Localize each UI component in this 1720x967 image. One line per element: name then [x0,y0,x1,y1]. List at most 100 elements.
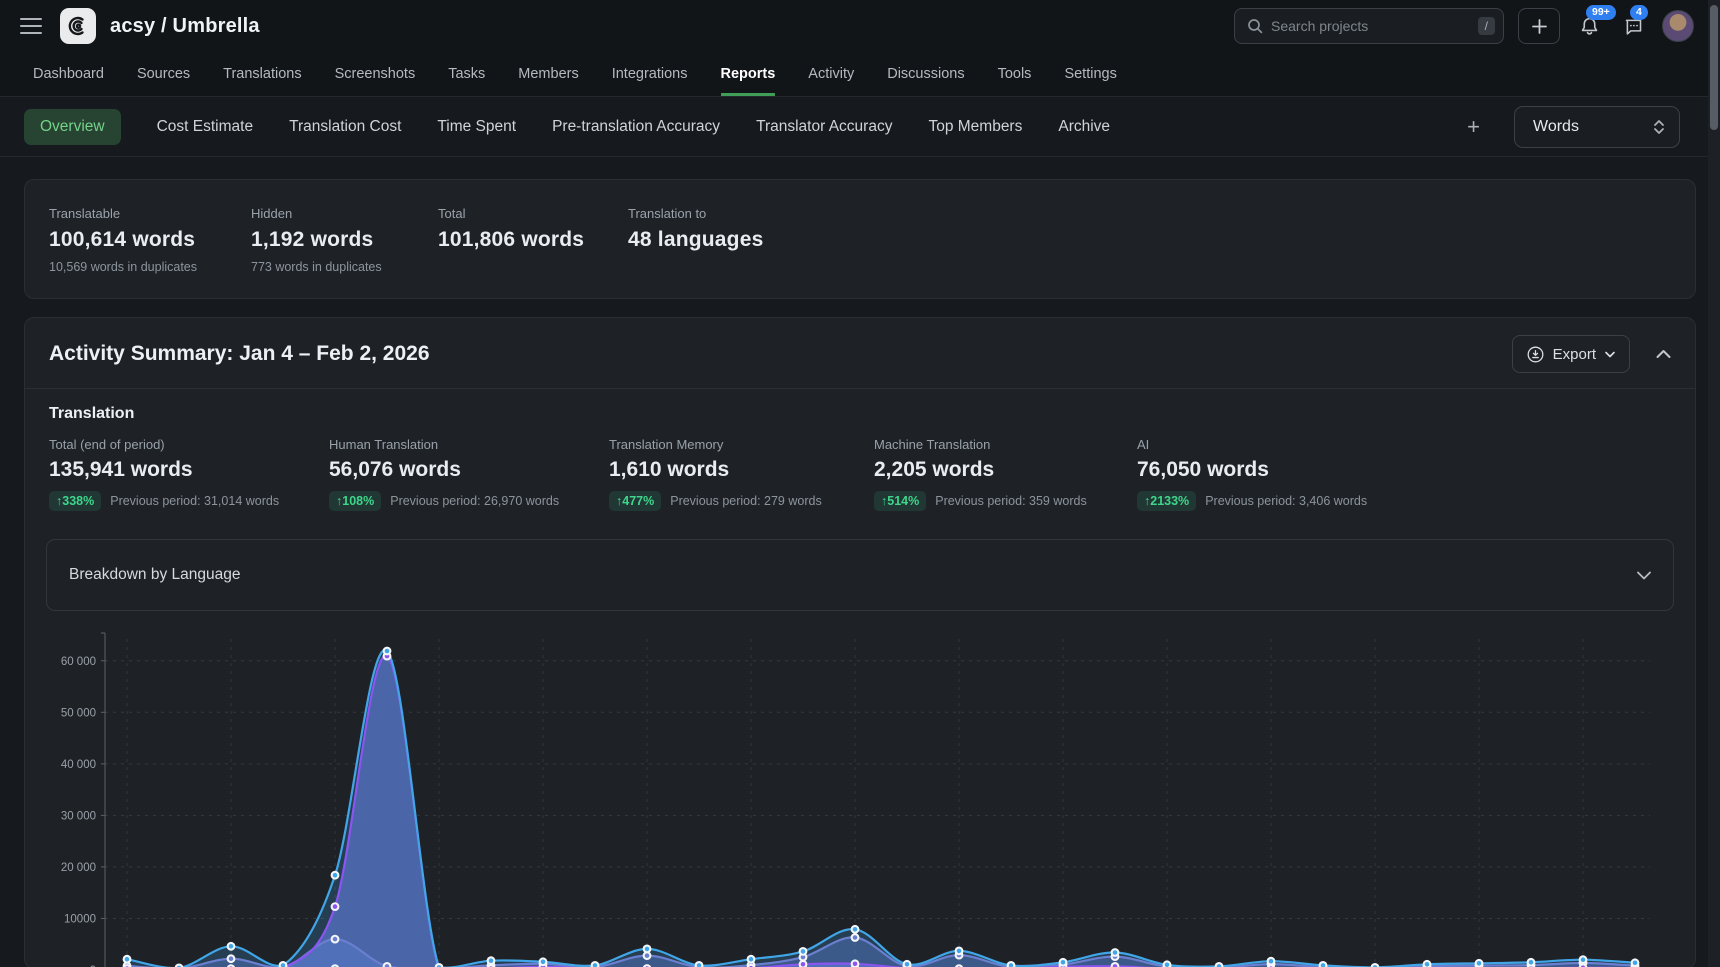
svg-text:40 000: 40 000 [61,759,96,771]
search-input[interactable] [1271,18,1470,34]
nav-tab-discussions[interactable]: Discussions [887,52,964,96]
export-button[interactable]: Export [1512,335,1630,373]
metric-bottom: ↑477%Previous period: 279 words [609,491,860,511]
previous-period-text: Previous period: 3,406 words [1205,494,1367,508]
search-icon [1247,18,1263,34]
nav-tab-tasks[interactable]: Tasks [448,52,485,96]
nav-tab-sources[interactable]: Sources [137,52,190,96]
activity-summary-card: Activity Summary: Jan 4 – Feb 2, 2026 Ex… [24,317,1696,967]
stat-label: Translatable [49,206,235,221]
breakdown-label: Breakdown by Language [69,566,241,584]
report-tab-time-spent[interactable]: Time Spent [437,118,516,136]
translation-section-title: Translation [25,389,1695,423]
stat-translation-to: Translation to 48 languages [628,206,779,274]
plus-icon [1532,19,1547,34]
breakdown-by-language-panel[interactable]: Breakdown by Language [46,539,1674,611]
report-tab-translator-accuracy[interactable]: Translator Accuracy [756,118,892,136]
project-logo[interactable] [60,8,96,44]
reports-subnav: Overview Cost Estimate Translation Cost Tim… [0,97,1720,157]
collapse-section-button[interactable] [1656,349,1671,359]
delta-badge: ↑514% [874,491,926,511]
metric-total-end-of-period-: Total (end of period)135,941 words↑338%P… [49,437,329,511]
stat-label: Total [438,206,612,221]
translation-metrics-row: Total (end of period)135,941 words↑338%P… [25,423,1695,531]
messages-button[interactable]: 4 [1618,11,1648,41]
metric-label: Total (end of period) [49,437,315,452]
nav-tab-members[interactable]: Members [518,52,578,96]
messages-count-badge: 4 [1630,5,1648,20]
delta-badge: ↑108% [329,491,381,511]
report-tab-translation-cost[interactable]: Translation Cost [289,118,401,136]
chevron-up-icon [1656,349,1671,359]
metric-label: Translation Memory [609,437,860,452]
report-tab-overview[interactable]: Overview [24,109,121,145]
activity-chart-wrap: 01000020 00030 00040 00050 00060 0004 Ja… [25,611,1695,967]
metric-ai: AI 76,050 words ↑2133% Previous period: 3,4… [1137,437,1381,511]
stat-value: 48 languages [628,228,763,252]
nav-tab-settings[interactable]: Settings [1064,52,1116,96]
metric-translation-memory: Translation Memory 1,610 words ↑477%Previo… [609,437,874,511]
metric-value: 2,205 words [874,458,1123,482]
unit-select-value: Words [1533,118,1579,136]
stat-value: 101,806 words [438,228,612,252]
export-caret-icon [1605,351,1615,358]
svg-text:20 000: 20 000 [61,862,96,874]
previous-period-text: Previous period: 31,014 words [110,494,279,508]
nav-tab-dashboard[interactable]: Dashboard [33,52,104,96]
metric-label: AI [1137,437,1367,452]
previous-period-text: Previous period: 359 words [935,494,1086,508]
export-download-icon [1527,346,1544,363]
stat-subtext: 10,569 words in duplicates [49,260,235,274]
nav-tab-integrations[interactable]: Integrations [612,52,688,96]
nav-tab-reports[interactable]: Reports [721,52,776,96]
report-tab-cost-estimate[interactable]: Cost Estimate [157,118,253,136]
svg-text:30 000: 30 000 [61,810,96,822]
previous-period-text: Previous period: 26,970 words [390,494,559,508]
add-report-button[interactable]: + [1467,116,1480,138]
metric-label: Machine Translation [874,437,1123,452]
svg-text:10000: 10000 [64,913,96,925]
primary-nav: Dashboard Sources Translations Screenshots T… [0,52,1720,97]
scrollbar-thumb[interactable] [1710,5,1718,130]
search-shortcut-key: / [1478,17,1495,35]
delta-badge: ↑338% [49,491,101,511]
report-tab-archive[interactable]: Archive [1058,118,1110,136]
metric-bottom: ↑514% Previous period: 359 words [874,491,1123,511]
logo-glyph-icon [66,14,90,38]
report-tab-pre-translation-accuracy[interactable]: Pre-translation Accuracy [552,118,720,136]
nav-tab-activity[interactable]: Activity [808,52,854,96]
chevron-down-icon [1637,571,1651,580]
metric-value: 56,076 words [329,458,595,482]
search-box[interactable]: / [1234,8,1504,44]
previous-period-text: Previous period: 279 words [670,494,821,508]
metric-value: 1,610 words [609,458,860,482]
page-scrollbar[interactable] [1708,0,1720,967]
create-project-button[interactable] [1518,8,1560,44]
stat-label: Translation to [628,206,763,221]
metric-bottom: ↑2133% Previous period: 3,406 words [1137,491,1367,511]
nav-tab-screenshots[interactable]: Screenshots [335,52,416,96]
stat-hidden: Hidden1,192 words773 words in duplicates [251,206,438,274]
metric-value: 76,050 words [1137,458,1367,482]
metric-label: Human Translation [329,437,595,452]
stat-total: Total 101,806 words [438,206,628,274]
report-tab-top-members[interactable]: Top Members [928,118,1022,136]
user-avatar[interactable] [1662,10,1694,42]
nav-tab-translations[interactable]: Translations [223,52,301,96]
delta-badge: ↑2133% [1137,491,1196,511]
page-title: acsy / Umbrella [110,15,260,38]
select-updown-icon [1653,119,1665,135]
stat-label: Hidden [251,206,422,221]
notifications-button[interactable]: 99+ [1574,11,1604,41]
notifications-count-badge: 99+ [1586,5,1616,20]
svg-text:50 000: 50 000 [61,707,96,719]
stat-subtext: 773 words in duplicates [251,260,422,274]
metric-human-translation: Human Translation 56,076 words ↑108% Previo… [329,437,609,511]
hamburger-menu-icon[interactable] [20,18,42,34]
metric-bottom: ↑338% Previous period: 31,014 words [49,491,315,511]
unit-select[interactable]: Words [1514,106,1680,148]
activity-summary-title: Activity Summary: Jan 4 – Feb 2, 2026 [49,342,430,366]
metric-machine-translation: Machine Translation 2,205 words ↑514% Previ… [874,437,1137,511]
word-stats-card: Translatable100,614 words10,569 words in… [24,179,1696,299]
nav-tab-tools[interactable]: Tools [998,52,1032,96]
